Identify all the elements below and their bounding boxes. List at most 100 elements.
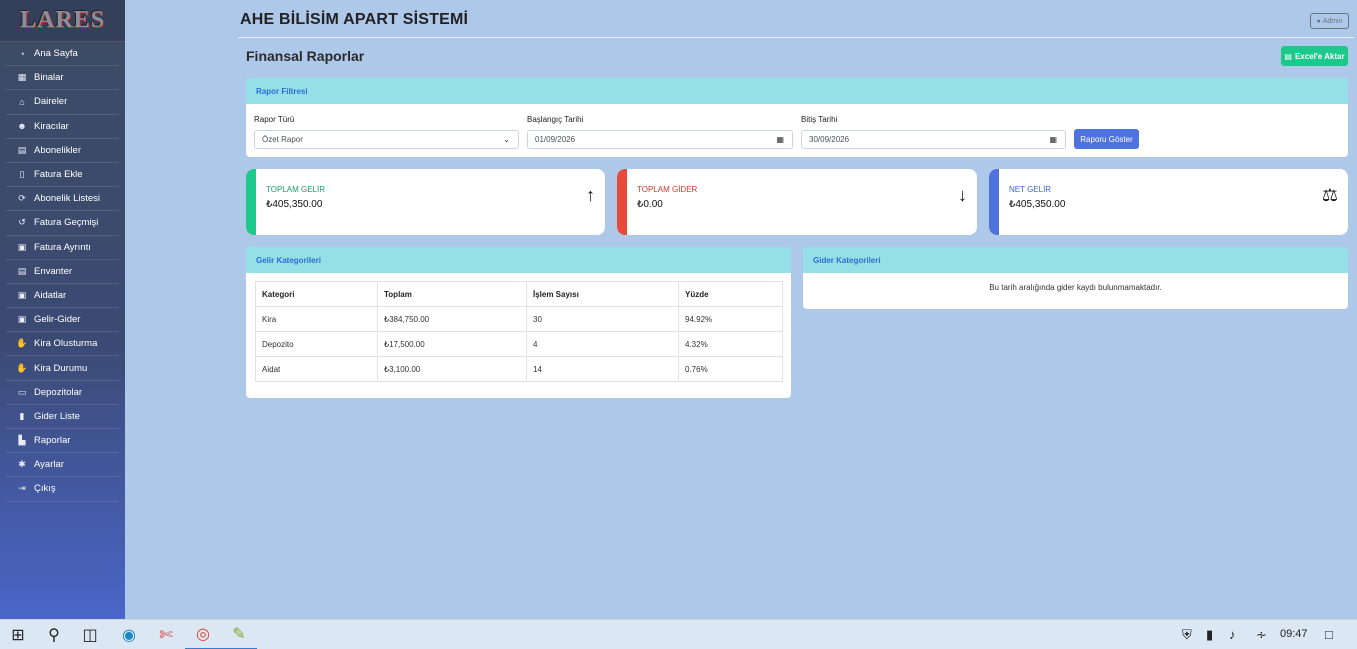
file-excel-icon: ▤ — [1284, 51, 1292, 61]
taskbar: ⊞ ⚲ ◫ ◉ ✄ ◎ ✎ ⛨ ▮ ♪ ∻ 09:47 □ — [0, 619, 1357, 649]
cell-percent: 0.76% — [678, 356, 783, 382]
notepad-icon[interactable]: ✎ — [221, 620, 257, 649]
sidebar-item-label: Daireler — [34, 96, 68, 108]
sidebar-item-label: Ana Sayfa — [34, 48, 78, 60]
logo-text: LARES — [19, 7, 106, 33]
sidebar-item-gider-liste[interactable]: ▮ Gider Liste — [6, 405, 119, 429]
total-expense-value: ₺0.00 — [637, 199, 663, 210]
expense-categories-title: Gider Kategorileri — [803, 247, 1348, 273]
sidebar-item-abonelik-listesi[interactable]: ⟳ Abonelik Listesi — [6, 187, 119, 212]
report-type-value: Özet Rapor — [262, 135, 303, 144]
battery-icon[interactable]: ▮ — [1206, 627, 1213, 643]
total-income-label: TOPLAM GELİR — [266, 185, 325, 194]
windows-start-icon[interactable]: ⊞ — [0, 620, 36, 649]
sidebar-item-daireler[interactable]: ⌂ Daireler — [6, 90, 119, 115]
expense-accent-bar — [617, 169, 627, 235]
empty-message: Bu tarih aralığında gider kaydı bulunmam… — [989, 283, 1162, 292]
end-date-input[interactable]: 30/09/2026 ▦ — [801, 130, 1066, 149]
header-category: Kategori — [255, 281, 378, 307]
table-header-row: Kategori Toplam İşlem Sayısı Yüzde — [255, 281, 783, 307]
page-title: Finansal Raporlar — [246, 48, 365, 64]
net-income-card: NET GELİR ₺405,350.00 ⚖ — [989, 169, 1348, 235]
building-icon: ▦ — [17, 72, 27, 83]
income-categories-card: Gelir Kategorileri Kategori Toplam İşlem… — [246, 247, 791, 398]
header-divider — [238, 37, 1354, 38]
sidebar-item-depozitolar[interactable]: ▭ Depozitolar — [6, 381, 119, 405]
sidebar-item-label: Fatura Geçmişi — [34, 217, 99, 229]
sidebar-item-abonelikler[interactable]: ▤ Abonelikler — [6, 139, 119, 163]
sync-icon: ⟳ — [18, 193, 26, 204]
start-date-input[interactable]: 01/09/2026 ▦ — [527, 130, 793, 149]
report-filter-title: Rapor Filtresi — [246, 78, 1348, 104]
sidebar-item-label: Fatura Ekle — [34, 169, 83, 181]
report-type-label: Rapor Türü — [254, 115, 295, 124]
total-income-value: ₺405,350.00 — [266, 199, 323, 210]
clipboard-icon: ▤ — [17, 144, 27, 155]
sidebar-item-raporlar[interactable]: ▙ Raporlar — [6, 429, 119, 454]
sidebar-item-label: Envanter — [34, 265, 73, 277]
sidebar-item--k-[interactable]: ⇥ Çıkış — [6, 477, 119, 502]
users-icon: ☻ — [17, 121, 27, 132]
sidebar-item-label: Abonelik Listesi — [34, 193, 101, 205]
cell-count: 4 — [526, 331, 679, 357]
volume-icon[interactable]: ♪ — [1229, 627, 1236, 642]
header-percent: Yüzde — [678, 281, 783, 307]
history-icon: ↺ — [18, 217, 26, 228]
sidebar-item-kirac-lar[interactable]: ☻ Kiracılar — [6, 115, 119, 139]
sidebar-item-label: Abonelikler — [34, 144, 81, 156]
money-icon: ▣ — [17, 314, 27, 325]
total-expense-label: TOPLAM GİDER — [637, 185, 698, 194]
logo[interactable]: LARES — [0, 0, 125, 42]
start-date-value: 01/09/2026 — [535, 135, 576, 144]
sidebar-item-gelir-gider[interactable]: ▣ Gelir-Gider — [6, 308, 119, 333]
sidebar-item-envanter[interactable]: ▤ Envanter — [6, 260, 119, 284]
hand-icon: ✋ — [16, 338, 28, 349]
sidebar-item-kira-olusturma[interactable]: ✋ Kira Olusturma — [6, 332, 119, 357]
home-icon: ⌂ — [19, 96, 25, 107]
income-categories-table: Kategori Toplam İşlem Sayısı Yüzde Kira … — [255, 281, 783, 382]
report-type-select[interactable]: Özet Rapor ⌄ — [254, 130, 519, 149]
cell-category: Aidat — [255, 356, 378, 382]
net-income-label: NET GELİR — [1009, 185, 1052, 194]
sidebar-item-label: Binalar — [34, 72, 64, 84]
sidebar-item-aidatlar[interactable]: ▣ Aidatlar — [6, 284, 119, 309]
sidebar-item-fatura-ayr-nt-[interactable]: ▣ Fatura Ayrıntı — [6, 236, 119, 260]
edge-icon[interactable]: ◉ — [111, 620, 147, 649]
cell-count: 30 — [526, 306, 679, 332]
cell-category: Depozito — [255, 331, 378, 357]
admin-button[interactable]: ● Admin — [1310, 13, 1349, 29]
table-row: Depozito ₺17,500.00 4 4.32% — [255, 331, 783, 357]
sidebar-item-label: Aidatlar — [34, 289, 67, 301]
cell-category: Kira — [255, 306, 378, 332]
sidebar-item-ana-sayfa[interactable]: ◔ Ana Sayfa — [6, 42, 119, 67]
show-report-button[interactable]: Raporu Göster — [1074, 129, 1139, 149]
search-icon[interactable]: ⚲ — [36, 620, 72, 649]
cell-count: 14 — [526, 356, 679, 382]
sidebar-item-label: Fatura Ayrıntı — [34, 241, 91, 253]
sidebar-item-label: Depozitolar — [34, 386, 83, 398]
clock[interactable]: 09:47 — [1280, 628, 1308, 640]
snipping-tool-icon[interactable]: ✄ — [148, 620, 184, 649]
sidebar-item-label: Kiracılar — [34, 120, 69, 132]
end-date-label: Bitiş Tarihi — [801, 115, 838, 124]
sidebar-item-label: Kira Olusturma — [34, 338, 98, 350]
security-shield-icon[interactable]: ⛨ — [1182, 627, 1192, 643]
sidebar-item-fatura-ekle[interactable]: ▯ Fatura Ekle — [6, 163, 119, 188]
money-icon: ▣ — [17, 289, 27, 300]
total-expense-card: TOPLAM GİDER ₺0.00 ↓ — [617, 169, 977, 235]
gear-icon: ✱ — [18, 459, 26, 470]
balance-scale-icon: ⚖ — [1321, 185, 1338, 205]
notification-icon[interactable]: □ — [1325, 627, 1333, 642]
calendar-icon[interactable]: ▦ — [1049, 135, 1057, 144]
sidebar-item-kira-durumu[interactable]: ✋ Kira Durumu — [6, 356, 119, 381]
sidebar-item-ayarlar[interactable]: ✱ Ayarlar — [6, 453, 119, 478]
sidebar-item-fatura-ge-mi-i[interactable]: ↺ Fatura Geçmişi — [6, 211, 119, 236]
file-icon: ▯ — [19, 169, 25, 180]
calendar-icon[interactable]: ▦ — [776, 135, 784, 144]
sidebar-item-binalar[interactable]: ▦ Binalar — [6, 66, 119, 91]
income-accent-bar — [246, 169, 256, 235]
task-view-icon[interactable]: ◫ — [72, 620, 108, 649]
wifi-icon[interactable]: ∻ — [1256, 627, 1267, 643]
chrome-icon[interactable]: ◎ — [185, 620, 221, 649]
excel-export-button[interactable]: ▤ Excel'e Aktar — [1281, 46, 1348, 66]
